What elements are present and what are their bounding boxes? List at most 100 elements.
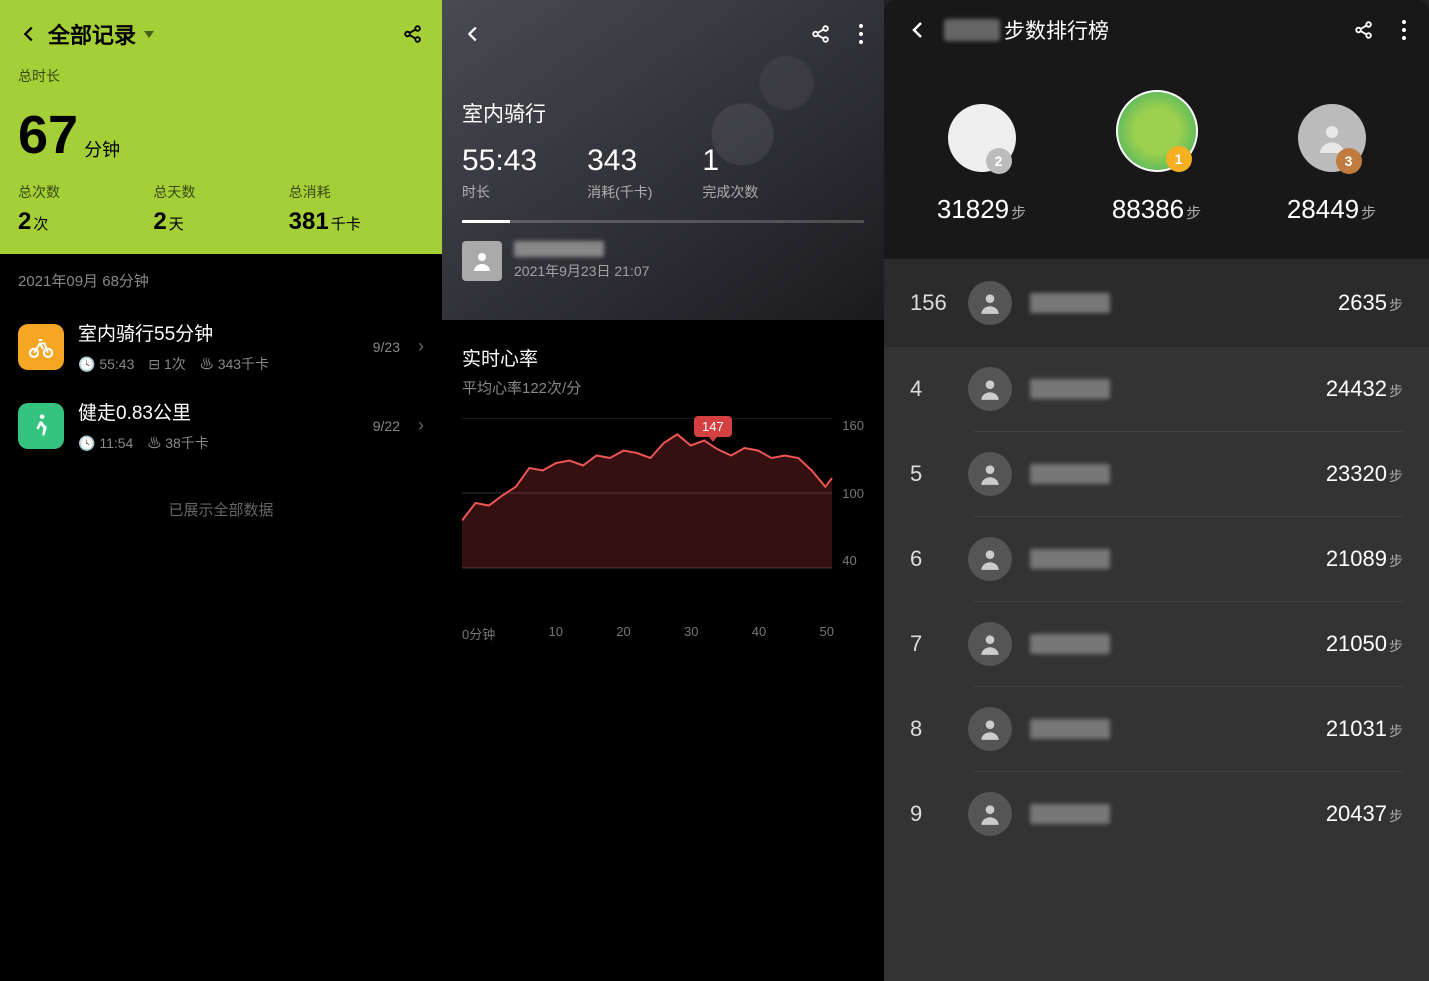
- workout-title: 室内骑行: [462, 98, 864, 128]
- avatar: 2: [948, 104, 1016, 172]
- avatar: [968, 367, 1012, 411]
- y-tick: 160: [842, 418, 864, 433]
- rank-row[interactable]: 920437步: [910, 772, 1403, 856]
- rank-number: 5: [910, 461, 950, 487]
- stat-count: 总次数 2次: [18, 182, 153, 236]
- chevron-right-icon: ›: [418, 336, 424, 357]
- avatar: [968, 622, 1012, 666]
- cycling-icon: [18, 324, 64, 370]
- podium: 2 31829步 1 88386步 3 28449步: [884, 60, 1429, 259]
- my-rank-row[interactable]: 156 2635步: [884, 259, 1429, 347]
- rank-row[interactable]: 821031步: [910, 687, 1403, 771]
- rank-number: 4: [910, 376, 950, 402]
- rank-number: 8: [910, 716, 950, 742]
- back-icon[interactable]: [462, 23, 484, 45]
- section-header: 2021年09月 68分钟: [0, 254, 442, 307]
- name-redacted: [1030, 464, 1110, 484]
- fire-icon: ♨ 38千卡: [147, 433, 208, 453]
- activity-item-walking[interactable]: 健走0.83公里 🕓 11:54 ♨ 38千卡 9/22 ›: [0, 386, 442, 465]
- clock-icon: 🕓 55:43: [78, 356, 134, 373]
- progress-bar: [462, 220, 864, 223]
- activity-date: 9/22: [373, 418, 400, 434]
- stat-calories: 343消耗(千卡): [587, 144, 652, 202]
- name-redacted: [1030, 634, 1110, 654]
- records-screen: 全部记录 总时长 67 分钟 总次数 2次 总天数 2天: [0, 0, 442, 981]
- chart-subtitle: 平均心率122次/分: [462, 377, 864, 398]
- activity-title: 健走0.83公里: [78, 398, 359, 425]
- stat-calories: 总消耗 381千卡: [289, 182, 424, 236]
- leaderboard-screen: 步数排行榜 2 31829步 1 88386步: [884, 0, 1429, 981]
- x-tick: 30: [684, 624, 698, 643]
- page-title: 步数排行榜: [944, 15, 1109, 45]
- name-redacted: [1030, 293, 1110, 313]
- activity-date: 9/23: [373, 339, 400, 355]
- avatar: [968, 452, 1012, 496]
- clock-icon: 🕓 11:54: [78, 435, 133, 452]
- rank-badge: 2: [986, 148, 1012, 174]
- total-time-value: 67: [18, 108, 78, 162]
- rank-row[interactable]: 621089步: [910, 517, 1403, 601]
- chart-title: 实时心率: [462, 344, 864, 371]
- stat-days: 总天数 2天: [153, 182, 288, 236]
- total-time-unit: 分钟: [84, 136, 120, 162]
- podium-rank-1[interactable]: 1 88386步: [1069, 90, 1244, 225]
- avatar: [968, 792, 1012, 836]
- avatar: [968, 537, 1012, 581]
- fire-icon: ♨ 343千卡: [200, 354, 269, 374]
- user-row[interactable]: 2021年9月23日 21:07: [462, 241, 864, 281]
- user-name-redacted: [514, 241, 604, 257]
- rank-row[interactable]: 523320步: [910, 432, 1403, 516]
- peak-badge: 147: [694, 416, 732, 437]
- stat-duration: 55:43时长: [462, 144, 537, 202]
- x-tick: 0分钟: [462, 624, 495, 643]
- x-tick: 40: [752, 624, 766, 643]
- avatar: [462, 241, 502, 281]
- name-redacted: [1030, 804, 1110, 824]
- rank-badge: 3: [1336, 148, 1362, 174]
- podium-rank-2[interactable]: 2 31829步: [894, 104, 1069, 225]
- heart-rate-section: 实时心率 平均心率122次/分 147 160 100 40 0分钟 10 20…: [442, 320, 884, 643]
- workout-timestamp: 2021年9月23日 21:07: [514, 261, 649, 281]
- rank-row[interactable]: 721050步: [910, 602, 1403, 686]
- avatar: [968, 707, 1012, 751]
- name-redacted: [1030, 379, 1110, 399]
- activity-title: 室内骑行55分钟: [78, 319, 359, 346]
- x-tick: 50: [820, 624, 834, 643]
- name-redacted: [1030, 549, 1110, 569]
- activity-item-cycling[interactable]: 室内骑行55分钟 🕓 55:43 ⊟ 1次 ♨ 343千卡 9/23 ›: [0, 307, 442, 386]
- y-tick: 40: [842, 553, 864, 568]
- workout-detail-screen: 室内骑行 55:43时长 343消耗(千卡) 1完成次数 2021年9月23日 …: [442, 0, 884, 981]
- title-redacted: [944, 19, 1000, 41]
- share-icon[interactable]: [1353, 19, 1375, 41]
- avatar: [968, 281, 1012, 325]
- rank-number: 156: [910, 290, 950, 316]
- summary-panel: 全部记录 总时长 67 分钟 总次数 2次 总天数 2天: [0, 0, 442, 254]
- ranking-list[interactable]: 424432步523320步621089步721050步821031步92043…: [884, 347, 1429, 981]
- rank-row[interactable]: 424432步: [910, 347, 1403, 431]
- name-redacted: [1030, 719, 1110, 739]
- avatar: 1: [1116, 90, 1198, 172]
- total-time-label: 总时长: [18, 68, 60, 84]
- x-tick: 20: [616, 624, 630, 643]
- back-icon[interactable]: [18, 23, 40, 45]
- heart-rate-chart[interactable]: 147 160 100 40: [462, 418, 864, 618]
- dropdown-icon[interactable]: [144, 31, 154, 38]
- chevron-right-icon: ›: [418, 415, 424, 436]
- share-icon[interactable]: [402, 23, 424, 45]
- y-tick: 100: [842, 486, 864, 501]
- walking-icon: [18, 403, 64, 449]
- x-tick: 10: [549, 624, 563, 643]
- more-icon[interactable]: [858, 23, 864, 45]
- end-of-list-label: 已展示全部数据: [0, 465, 442, 554]
- more-icon[interactable]: [1401, 19, 1407, 41]
- back-icon[interactable]: [906, 18, 930, 42]
- rank-number: 7: [910, 631, 950, 657]
- podium-rank-3[interactable]: 3 28449步: [1244, 104, 1419, 225]
- page-title[interactable]: 全部记录: [48, 18, 136, 50]
- avatar: 3: [1298, 104, 1366, 172]
- share-icon[interactable]: [810, 23, 832, 45]
- rank-number: 9: [910, 801, 950, 827]
- rank-badge: 1: [1166, 146, 1192, 172]
- rank-number: 6: [910, 546, 950, 572]
- count-icon: ⊟ 1次: [148, 354, 185, 374]
